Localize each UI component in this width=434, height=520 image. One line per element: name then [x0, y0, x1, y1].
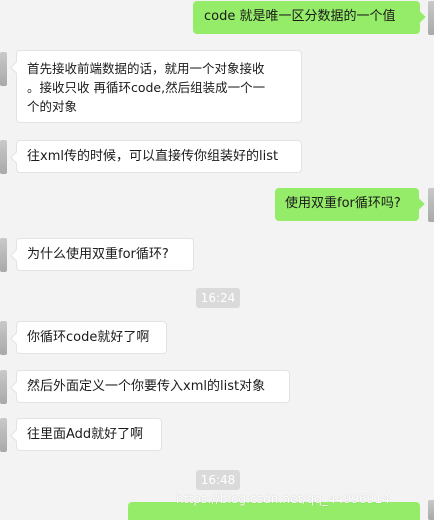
message-text: 首先接收前端数据的话，就用一个对象接收 。接收只收 再循环code,然后组装成一…	[27, 61, 266, 114]
message-text: 你循环code就好了啊	[27, 330, 150, 345]
bubble-tail	[10, 332, 23, 345]
watermark-text: https://blog.csdn.net/qq_44996914	[176, 492, 390, 506]
message-text: 然后外面定义一个你要传入xml的list对象	[27, 379, 266, 394]
contact-avatar[interactable]	[0, 140, 7, 174]
bubble-tail	[10, 249, 23, 262]
bubble-tail	[413, 198, 425, 210]
message-bubble-incoming[interactable]: 往里面Add就好了啊	[10, 418, 162, 451]
contact-avatar[interactable]	[0, 418, 7, 452]
bubble-tail	[10, 429, 23, 442]
message-text: code 就是唯一区分数据的一个值	[204, 9, 396, 24]
my-avatar[interactable]	[428, 500, 434, 520]
message-bubble-outgoing[interactable]: 使用双重for循环吗?	[275, 188, 425, 221]
chat-window: { "chat": { "messages": [ {"from":"me","…	[0, 0, 434, 520]
message-bubble-incoming[interactable]: 往xml传的时候，可以直接传你组装好的list	[10, 140, 302, 173]
message-bubble-outgoing[interactable]: code 就是唯一区分数据的一个值	[193, 1, 426, 34]
my-avatar[interactable]	[428, 1, 434, 35]
timestamp-label: 16:48	[196, 470, 240, 490]
message-text: 往xml传的时候，可以直接传你组装好的list	[27, 149, 279, 164]
bubble-tail	[414, 11, 426, 23]
bubble-tail	[10, 61, 23, 74]
bubble-tail	[10, 151, 23, 164]
contact-avatar[interactable]	[0, 321, 7, 355]
bubble-tail	[10, 381, 23, 394]
timestamp-label: 16:24	[196, 288, 240, 308]
my-avatar[interactable]	[428, 188, 434, 222]
message-bubble-incoming[interactable]: 然后外面定义一个你要传入xml的list对象	[10, 370, 290, 403]
contact-avatar[interactable]	[0, 370, 7, 404]
message-text: 为什么使用双重for循环?	[27, 247, 169, 262]
contact-avatar[interactable]	[0, 52, 7, 86]
message-text: 往里面Add就好了啊	[27, 427, 144, 442]
message-bubble-incoming[interactable]: 首先接收前端数据的话，就用一个对象接收 。接收只收 再循环code,然后组装成一…	[10, 50, 302, 123]
message-bubble-incoming[interactable]: 你循环code就好了啊	[10, 321, 167, 354]
contact-avatar[interactable]	[0, 238, 7, 272]
message-bubble-incoming[interactable]: 为什么使用双重for循环?	[10, 238, 194, 271]
message-text: 使用双重for循环吗?	[285, 196, 401, 211]
